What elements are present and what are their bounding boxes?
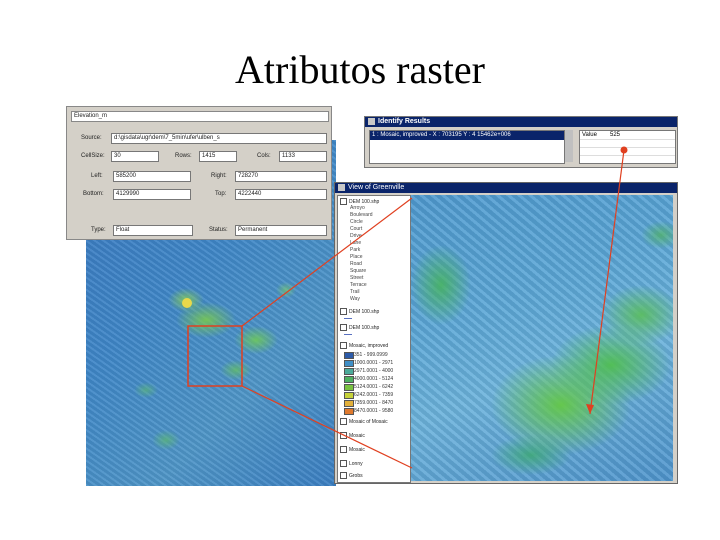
cellsize-label: CellSize: xyxy=(81,153,105,159)
legend-item: Way xyxy=(350,296,360,302)
cols-field[interactable]: 1133 xyxy=(279,151,327,162)
legend-class-label: 1000.0001 - 2971 xyxy=(354,360,394,366)
identify-result-row[interactable]: 1 : Mosaic, improved - X : 703195 Y : 4 … xyxy=(370,131,564,140)
toc-layer[interactable]: Lonny xyxy=(340,460,363,467)
peak-marker xyxy=(182,298,192,308)
source-field[interactable]: d:\gisdata\ugr\dem\7_5min\ufer\ulben_s xyxy=(111,133,327,144)
legend-swatch xyxy=(344,352,354,359)
view-window: View of Greenville DEM 100.shp Arroyo Bo… xyxy=(334,182,678,484)
left-label: Left: xyxy=(91,173,103,179)
window-icon xyxy=(338,184,345,191)
legend-item: Lane xyxy=(350,240,362,246)
legend-item: Boulevard xyxy=(350,212,373,218)
legend-item: Square xyxy=(350,268,367,274)
layer-checkbox[interactable] xyxy=(340,324,347,331)
legend-item: Place xyxy=(350,254,363,260)
rows-label: Rows: xyxy=(175,153,192,159)
legend-class-label: 2971.0001 - 4000 xyxy=(354,368,394,374)
legend-class-label: 7359.0001 - 8470 xyxy=(354,400,394,406)
legend-swatch xyxy=(344,408,354,415)
toc-layer[interactable]: Grobs xyxy=(340,472,363,479)
cellsize-field[interactable]: 30 xyxy=(111,151,159,162)
right-label: Right: xyxy=(211,173,227,179)
toc-layer[interactable]: DEM 100.shp xyxy=(340,308,379,315)
view-title: View of Greenville xyxy=(348,184,405,191)
legend-swatch xyxy=(344,392,354,399)
toc-layer[interactable]: Mosaic of Mosaic xyxy=(340,418,388,425)
status-label: Status: xyxy=(209,227,228,233)
legend-item: Terrace xyxy=(350,282,367,288)
legend-item: Arroyo xyxy=(350,205,365,211)
status-field[interactable]: Permanent xyxy=(235,225,327,236)
identify-titlebar[interactable]: Identify Results xyxy=(365,117,677,127)
layer-checkbox[interactable] xyxy=(340,446,347,453)
layer-checkbox[interactable] xyxy=(340,472,347,479)
value-label: Value xyxy=(582,132,597,138)
bottom-field[interactable]: 4129990 xyxy=(113,189,191,200)
layer-name-field[interactable]: Elevation_m xyxy=(71,111,329,122)
source-label: Source: xyxy=(81,135,102,141)
layer-checkbox[interactable] xyxy=(340,342,347,349)
layer-checkbox[interactable] xyxy=(340,460,347,467)
legend-class-label: 4000.0001 - 5124 xyxy=(354,376,394,382)
identify-scrollbar[interactable] xyxy=(565,130,573,162)
line-symbol xyxy=(344,318,352,319)
layer-checkbox[interactable] xyxy=(340,418,347,425)
toc-layer[interactable]: Mosaic xyxy=(340,432,365,439)
legend-item: Circle xyxy=(350,219,363,225)
identify-values-table: Value 525 xyxy=(579,130,676,164)
layer-checkbox[interactable] xyxy=(340,198,347,205)
legend-item: Trail xyxy=(350,289,360,295)
toc-layer[interactable]: DEM 100.shp xyxy=(340,198,379,205)
zoomed-elevation-map[interactable] xyxy=(411,195,673,481)
legend-class-label: 351 - 999.0999 xyxy=(354,352,388,358)
legend-swatch xyxy=(344,384,354,391)
relief-shading xyxy=(411,195,673,481)
toc-layer[interactable]: DEM 100.shp xyxy=(340,324,379,331)
table-row xyxy=(580,147,675,156)
legend-class-label: 5124.0001 - 6242 xyxy=(354,384,394,390)
left-field[interactable]: 585200 xyxy=(113,171,191,182)
toc-layer[interactable]: Mosaic xyxy=(340,446,365,453)
table-of-contents: DEM 100.shp Arroyo Boulevard Circle Cour… xyxy=(337,195,411,483)
value-cell: 525 xyxy=(610,132,621,138)
layer-checkbox[interactable] xyxy=(340,308,347,315)
legend-item: Road xyxy=(350,261,362,267)
legend-swatch xyxy=(344,360,354,367)
bottom-label: Bottom: xyxy=(83,191,104,197)
legend-swatch xyxy=(344,376,354,383)
legend-swatch xyxy=(344,400,354,407)
identify-title: Identify Results xyxy=(378,118,431,125)
legend-item: Court xyxy=(350,226,363,232)
legend-item: Park xyxy=(350,247,361,253)
legend-class-label: 6242.0001 - 7359 xyxy=(354,392,394,398)
line-symbol xyxy=(344,334,352,335)
identify-result-list[interactable]: 1 : Mosaic, improved - X : 703195 Y : 4 … xyxy=(369,130,565,164)
view-titlebar[interactable]: View of Greenville xyxy=(335,183,677,193)
identify-results-window: Identify Results 1 : Mosaic, improved - … xyxy=(364,116,678,168)
legend-class-label: 8470.0001 - 9580 xyxy=(354,408,394,414)
right-field[interactable]: 728270 xyxy=(235,171,327,182)
window-icon xyxy=(368,118,375,125)
legend-item: Street xyxy=(350,275,364,281)
raster-properties-dialog: Elevation_m Source: d:\gisdata\ugr\dem\7… xyxy=(66,106,332,240)
rows-field[interactable]: 1415 xyxy=(199,151,237,162)
legend-item: Drive xyxy=(350,233,362,239)
legend-swatch xyxy=(344,368,354,375)
layer-checkbox[interactable] xyxy=(340,432,347,439)
type-label: Type: xyxy=(91,227,106,233)
top-field[interactable]: 4222440 xyxy=(235,189,327,200)
cols-label: Cols: xyxy=(257,153,271,159)
toc-layer-mosaic-improved[interactable]: Mosaic, improved xyxy=(340,342,388,349)
top-label: Top: xyxy=(215,191,227,197)
slide-title: Atributos raster xyxy=(235,47,485,92)
type-field[interactable]: Float xyxy=(113,225,193,236)
